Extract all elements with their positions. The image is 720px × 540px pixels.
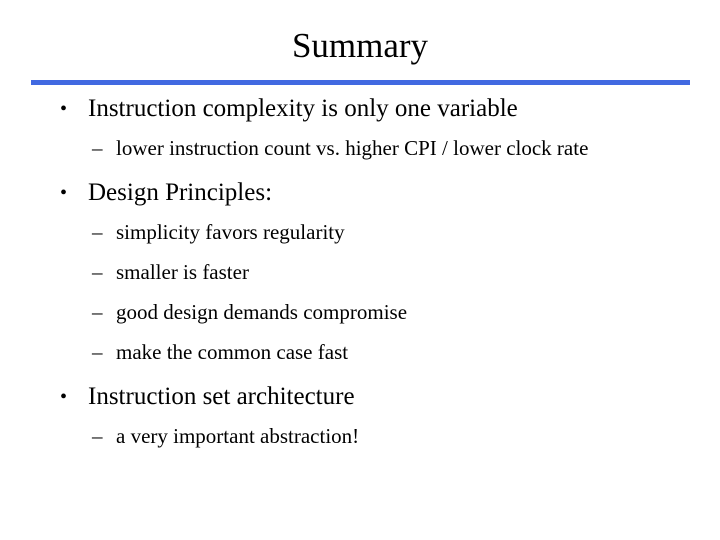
bullet-level2-label: simplicity favors regularity [116,220,345,244]
bullet-dot-icon: • [60,386,68,408]
bullet-level2: – lower instruction count vs. higher CPI… [0,134,720,163]
bullet-level2-label: smaller is faster [116,260,249,284]
slide-body: • Instruction complexity is only one var… [0,93,720,451]
bullet-level1: • Design Principles: [0,177,720,209]
bullet-level2: – make the common case fast [0,338,720,367]
bullet-group: • Design Principles: – simplicity favors… [0,177,720,367]
bullet-level1: • Instruction complexity is only one var… [0,93,720,125]
bullet-dot-icon: • [60,98,68,120]
bullet-dash-icon: – [92,136,103,160]
bullet-level2: – a very important abstraction! [0,422,720,451]
slide: Summary • Instruction complexity is only… [0,0,720,540]
bullet-dot-icon: • [60,182,68,204]
bullet-level2: – simplicity favors regularity [0,218,720,247]
bullet-level1-label: Instruction set architecture [88,383,355,410]
title-divider-rule [31,80,690,85]
bullet-dash-icon: – [92,424,103,448]
bullet-level1-label: Instruction complexity is only one varia… [88,95,518,122]
bullet-level2-label: a very important abstraction! [116,424,360,448]
bullet-dash-icon: – [92,260,103,284]
bullet-group: • Instruction set architecture – a very … [0,381,720,451]
page-title: Summary [291,26,429,65]
bullet-group: • Instruction complexity is only one var… [0,93,720,163]
bullet-level1: • Instruction set architecture [0,381,720,413]
bullet-dash-icon: – [92,300,103,324]
bullet-level2: – good design demands compromise [0,298,720,327]
bullet-dash-icon: – [92,340,103,364]
bullet-level2-label: good design demands compromise [116,300,408,324]
bullet-level2: – smaller is faster [0,258,720,287]
bullet-level2-label: lower instruction count vs. higher CPI /… [116,136,589,160]
bullet-dash-icon: – [92,220,103,244]
bullet-level1-label: Design Principles: [88,179,273,206]
bullet-level2-label: make the common case fast [116,340,349,364]
